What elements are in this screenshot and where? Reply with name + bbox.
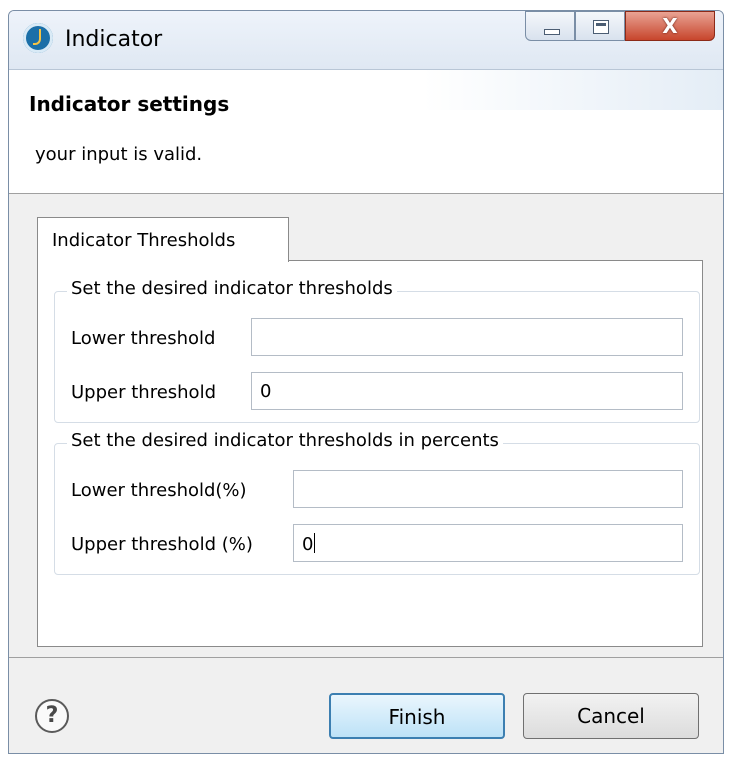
title-bar[interactable]: Indicator X: [9, 11, 723, 70]
upper-threshold-input[interactable]: [251, 372, 683, 410]
percent-thresholds-group: Set the desired indicator thresholds in …: [54, 430, 700, 575]
tab-label: Indicator Thresholds: [52, 230, 236, 251]
finish-button[interactable]: Finish: [329, 693, 505, 739]
input-value: 0: [302, 534, 314, 555]
minimize-icon: [544, 29, 560, 35]
group-title: Set the desired indicator thresholds in …: [67, 430, 503, 451]
lower-threshold-input[interactable]: [251, 318, 683, 356]
lower-threshold-label: Lower threshold: [71, 328, 216, 349]
indicator-dialog: Indicator X Indicator settings your inpu…: [8, 10, 724, 754]
wizard-header: Indicator settings your input is valid.: [9, 70, 723, 194]
text-cursor: [314, 533, 316, 553]
cancel-button[interactable]: Cancel: [523, 693, 699, 739]
window-controls: X: [525, 11, 715, 43]
window-title: Indicator: [65, 27, 163, 52]
tab-indicator-thresholds[interactable]: Indicator Thresholds: [37, 217, 289, 262]
upper-threshold-label: Upper threshold: [71, 382, 216, 403]
tab-panel: Set the desired indicator thresholds Low…: [37, 260, 703, 647]
lower-threshold-percent-input[interactable]: [293, 470, 683, 508]
upper-threshold-percent-label: Upper threshold (%): [71, 534, 253, 555]
close-icon: X: [662, 14, 678, 38]
thresholds-group: Set the desired indicator thresholds Low…: [54, 278, 700, 423]
group-title: Set the desired indicator thresholds: [67, 278, 397, 299]
talend-app-icon: [23, 23, 53, 53]
help-icon[interactable]: ?: [35, 699, 69, 733]
status-message: your input is valid.: [35, 144, 203, 165]
footer-divider: [9, 657, 723, 658]
minimize-button[interactable]: [525, 11, 575, 41]
close-button[interactable]: X: [625, 11, 715, 41]
page-title: Indicator settings: [29, 92, 230, 116]
lower-threshold-percent-label: Lower threshold(%): [71, 480, 247, 501]
maximize-button[interactable]: [575, 11, 625, 41]
upper-threshold-percent-input[interactable]: 0: [293, 524, 683, 562]
maximize-icon: [593, 20, 609, 34]
